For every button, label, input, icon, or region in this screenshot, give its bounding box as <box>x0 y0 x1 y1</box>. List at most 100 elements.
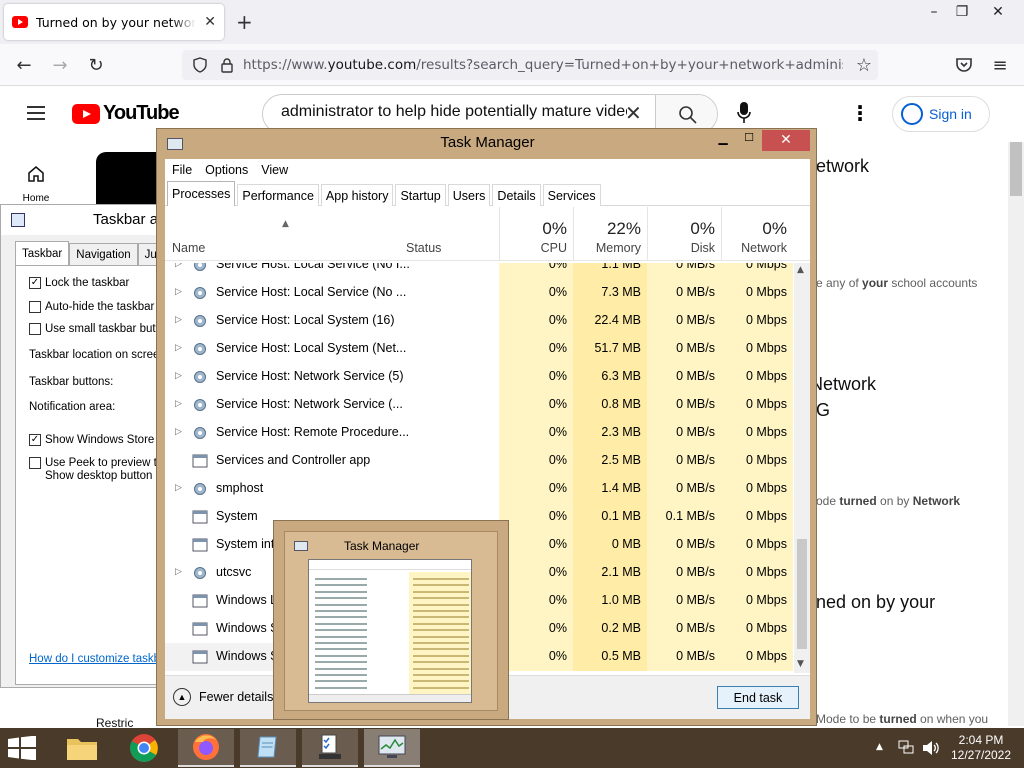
taskbar-settings-button[interactable] <box>302 729 358 767</box>
more-options-icon[interactable]: · · · <box>850 97 870 129</box>
youtube-logo[interactable]: YouTube <box>72 102 180 125</box>
clear-search-icon[interactable]: ✕ <box>625 101 642 125</box>
bookmark-star-icon[interactable]: ☆ <box>852 53 876 77</box>
table-row[interactable]: ▷ Service Host: Local System (16) 0% 22.4 M… <box>165 307 793 335</box>
fewer-details-button[interactable]: ▲ Fewer details <box>173 688 273 706</box>
peek-checkbox[interactable]: Use Peek to preview the desktop when you… <box>29 457 159 483</box>
tab-processes[interactable]: Processes <box>167 181 236 206</box>
result-title-fragment[interactable]: etwork <box>816 156 869 177</box>
tab-performance[interactable]: Performance <box>237 184 319 206</box>
expand-chevron-icon[interactable]: ▷ <box>175 482 182 493</box>
page-scrollbar-thumb[interactable] <box>1010 142 1022 196</box>
network-icon[interactable] <box>898 740 914 754</box>
customize-help-link[interactable]: How do I customize taskbars? <box>29 653 159 665</box>
firefox-button[interactable] <box>178 729 234 767</box>
microphone-icon[interactable] <box>737 102 751 124</box>
file-explorer-button[interactable] <box>54 729 110 767</box>
table-row[interactable]: ▷ Service Host: Local System (Net... 0% 51.… <box>165 335 793 363</box>
youtube-favicon-icon <box>12 16 28 28</box>
reload-icon[interactable]: ↻ <box>84 53 108 77</box>
tab-navigation[interactable]: Navigation <box>69 243 138 265</box>
youtube-search-input[interactable] <box>281 103 627 121</box>
end-task-button[interactable]: End task <box>717 686 799 709</box>
tab-close-icon[interactable]: ✕ <box>204 14 216 30</box>
scrollbar-thumb[interactable] <box>797 539 807 649</box>
new-tab-icon[interactable]: + <box>236 10 253 34</box>
lock-taskbar-checkbox[interactable]: ✓ Lock the taskbar <box>29 277 129 289</box>
menu-file[interactable]: File <box>172 163 192 177</box>
column-status[interactable]: Status <box>406 241 441 255</box>
page-scrollbar[interactable] <box>1008 142 1024 726</box>
window-close-icon[interactable]: ✕ <box>980 0 1016 24</box>
url-text[interactable]: https://www.youtube.com/results?search_q… <box>243 57 843 73</box>
expand-chevron-icon[interactable]: ▷ <box>175 370 182 381</box>
result-title-fragment[interactable]: ned on by your <box>816 592 935 613</box>
result-title-fragment[interactable]: G <box>816 400 830 421</box>
expand-chevron-icon[interactable]: ▷ <box>175 314 182 325</box>
chrome-button[interactable] <box>116 729 172 767</box>
forward-arrow-icon[interactable]: → <box>48 53 72 77</box>
network-cell: 0 Mbps <box>721 475 793 503</box>
expand-chevron-icon[interactable]: ▷ <box>175 566 182 577</box>
scroll-up-icon[interactable]: ▲ <box>797 265 804 275</box>
store-apps-checkbox[interactable]: ✓Show Windows Store apps on the taskbar <box>29 434 159 446</box>
memory-cell: 2.1 MB <box>573 559 647 587</box>
column-name[interactable]: Name <box>172 241 205 255</box>
volume-icon[interactable] <box>922 740 940 756</box>
network-cell: 0 Mbps <box>721 263 793 279</box>
tab-services[interactable]: Services <box>542 184 601 206</box>
table-row[interactable]: ▷ Service Host: Network Service (... 0% 0.8… <box>165 391 793 419</box>
tab-startup[interactable]: Startup <box>395 184 446 206</box>
small-buttons-checkbox[interactable]: Use small taskbar buttons <box>29 323 159 335</box>
expand-chevron-icon[interactable]: ▷ <box>175 398 182 409</box>
minimize-icon[interactable]: ▁ <box>710 131 736 151</box>
expand-chevron-icon[interactable]: ▷ <box>175 263 182 269</box>
service-gear-icon <box>192 341 208 357</box>
process-name: utcsvc <box>216 565 252 579</box>
column-disk[interactable]: 0% Disk <box>647 207 721 261</box>
show-hidden-icons-icon[interactable]: ▲ <box>876 742 883 752</box>
result-title-fragment[interactable]: Network <box>810 374 876 395</box>
menu-view[interactable]: View <box>261 163 288 177</box>
app-menu-icon[interactable]: ≡ <box>988 53 1012 77</box>
expand-chevron-icon[interactable]: ▷ <box>175 426 182 437</box>
expand-chevron-icon[interactable]: ▷ <box>175 286 182 297</box>
scroll-down-icon[interactable]: ▼ <box>797 659 804 669</box>
notepad-button[interactable] <box>240 729 296 767</box>
task-manager-icon <box>378 735 406 758</box>
tab-taskbar[interactable]: Taskbar <box>15 241 70 265</box>
table-row[interactable]: Services and Controller app 0% 2.5 MB 0 MB/… <box>165 447 793 475</box>
browser-tab-active[interactable]: Turned on by your network administrator … <box>4 4 224 40</box>
tracking-shield-icon[interactable] <box>192 57 208 73</box>
table-row[interactable]: ▷ Service Host: Local Service (No I... 0% 1… <box>165 263 793 279</box>
guide-menu-icon[interactable] <box>27 106 45 120</box>
column-network[interactable]: 0% Network <box>721 207 793 261</box>
cpu-cell: 0% <box>499 307 573 335</box>
table-row[interactable]: ▷ Service Host: Remote Procedure... 0% 2.3 … <box>165 419 793 447</box>
process-list-scrollbar[interactable]: ▲ ▼ <box>794 263 810 673</box>
url-bar[interactable]: https://www.youtube.com/results?search_q… <box>182 50 878 80</box>
maximize-icon[interactable]: ☐ <box>736 131 762 151</box>
tab-details[interactable]: Details <box>492 184 541 206</box>
table-row[interactable]: ▷ Service Host: Network Service (5) 0% 6.3 … <box>165 363 793 391</box>
autohide-checkbox[interactable]: Auto-hide the taskbar <box>29 301 154 313</box>
lock-icon[interactable] <box>220 57 234 73</box>
sidebar-home[interactable]: Home <box>18 164 54 204</box>
task-manager-taskbar-button[interactable] <box>364 729 420 767</box>
back-arrow-icon[interactable]: ← <box>12 53 36 77</box>
tab-app-history[interactable]: App history <box>320 184 394 206</box>
sign-in-button[interactable]: Sign in <box>892 96 990 132</box>
table-row[interactable]: ▷ smphost 0% 1.4 MB 0 MB/s 0 Mbps <box>165 475 793 503</box>
close-icon[interactable]: ✕ <box>762 130 810 151</box>
expand-chevron-icon[interactable]: ▷ <box>175 342 182 353</box>
column-cpu[interactable]: 0% CPU <box>499 207 573 261</box>
restore-icon[interactable]: ❐ <box>944 0 980 24</box>
menu-options[interactable]: Options <box>205 163 248 177</box>
taskbar-thumbnail-preview[interactable]: Task Manager <box>273 520 509 720</box>
system-clock[interactable]: 2:04 PM 12/27/2022 <box>946 733 1016 763</box>
pocket-icon[interactable] <box>952 53 976 77</box>
table-row[interactable]: ▷ Service Host: Local Service (No ... 0% 7.… <box>165 279 793 307</box>
windows-start-icon[interactable] <box>8 736 36 760</box>
column-memory[interactable]: 22% Memory <box>573 207 647 261</box>
tab-users[interactable]: Users <box>447 184 491 206</box>
